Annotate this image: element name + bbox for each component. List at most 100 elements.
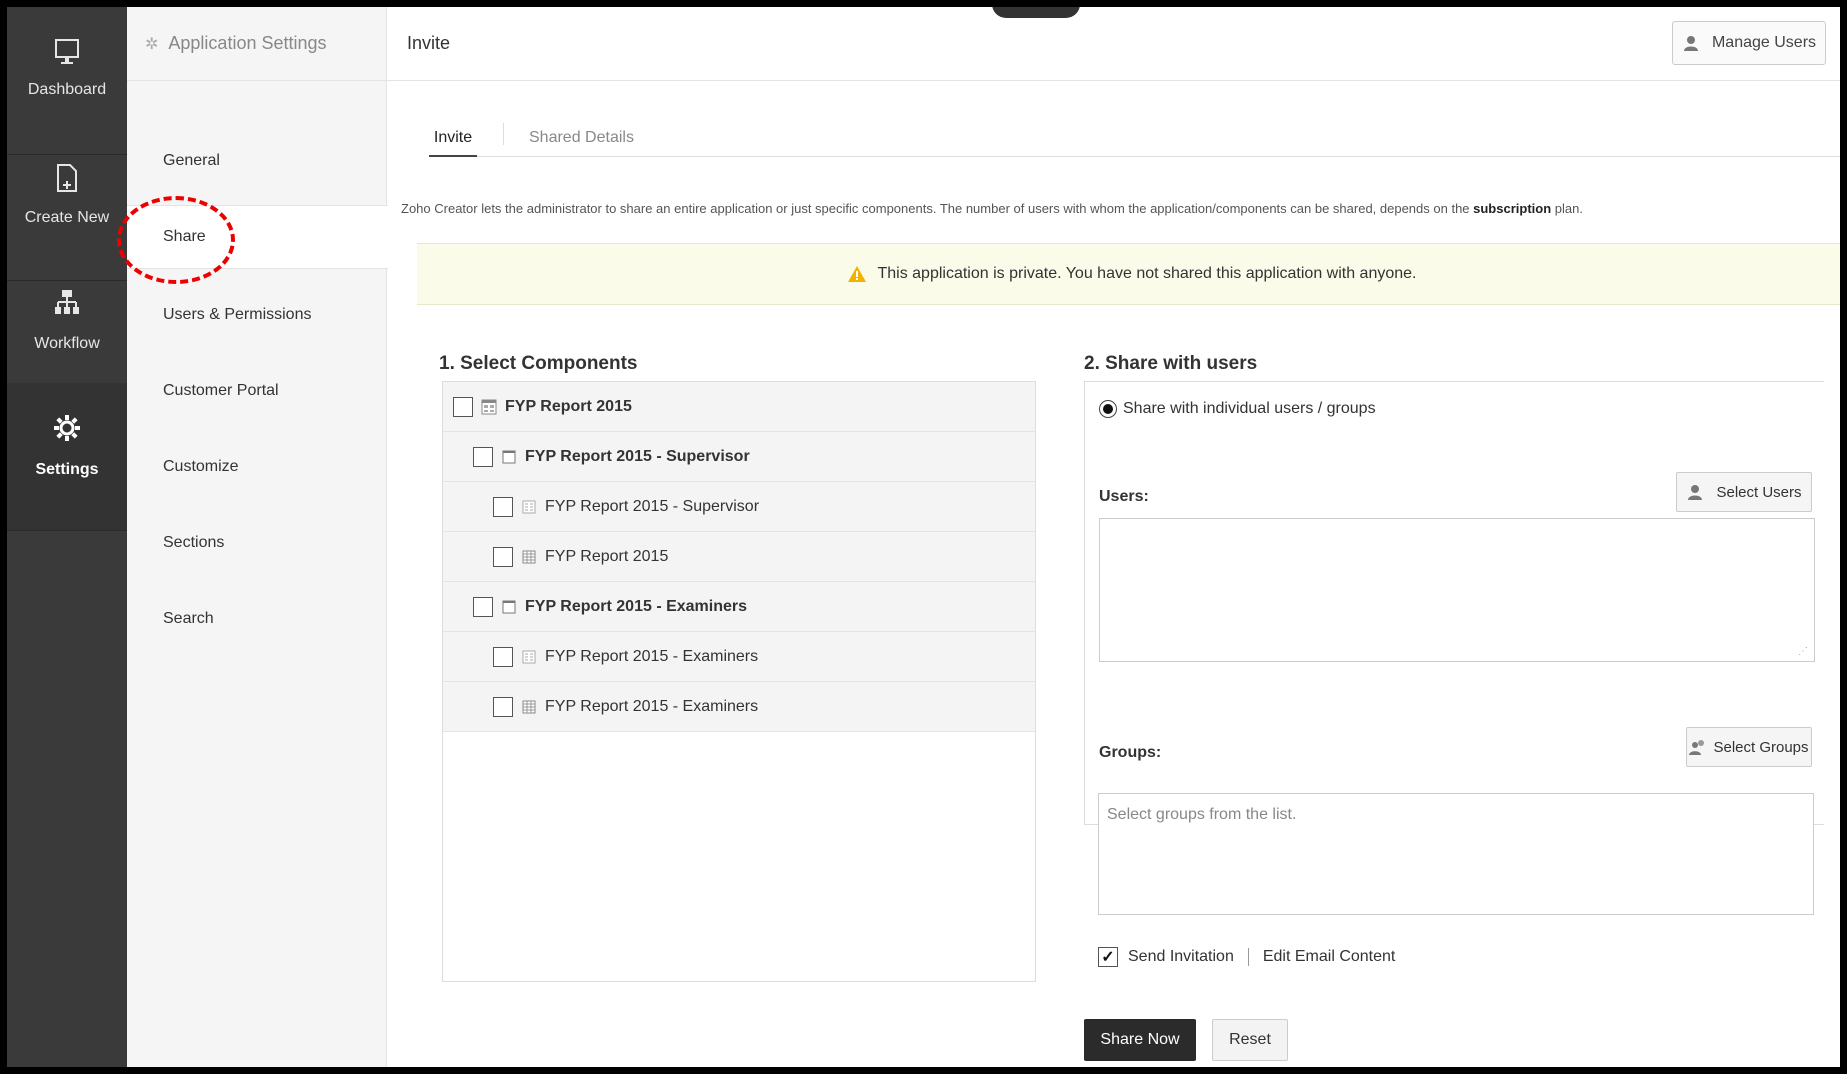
manage-users-label: Manage Users (1711, 34, 1817, 51)
user-icon (1683, 36, 1698, 51)
gear-icon (7, 413, 127, 449)
component-checkbox[interactable] (493, 646, 513, 667)
section-icon (502, 450, 516, 463)
component-checkbox[interactable] (493, 546, 513, 567)
component-row[interactable]: FYP Report 2015 - Examiners (443, 682, 1035, 732)
workflow-icon (7, 287, 127, 323)
user-icon (1688, 485, 1703, 500)
components-list: FYP Report 2015 FYP Report 2015 - Superv… (442, 381, 1036, 982)
users-label: Users: (1099, 488, 1149, 505)
component-checkbox[interactable] (493, 496, 513, 517)
side-menu-title: Application Settings (168, 33, 327, 53)
gear-icon: ✲ (145, 35, 159, 53)
nav-settings[interactable]: Settings (7, 383, 127, 531)
report-icon (522, 550, 536, 563)
form-icon (522, 650, 536, 663)
component-row[interactable]: FYP Report 2015 - Supervisor (443, 482, 1035, 532)
side-item-search[interactable]: Search (127, 587, 387, 651)
share-individual-label: Share with individual users / groups (1123, 400, 1376, 417)
component-row[interactable]: FYP Report 2015 - Examiners (443, 582, 1035, 632)
side-menu-header: ✲ Application Settings (127, 7, 387, 81)
select-users-label: Select Users (1716, 483, 1802, 501)
select-groups-label: Select Groups (1713, 738, 1809, 756)
side-item-sections[interactable]: Sections (127, 511, 387, 575)
warning-icon (848, 266, 867, 282)
application-icon (481, 399, 497, 414)
share-panel: Share with individual users / groups Use… (1084, 381, 1824, 825)
tab-invite[interactable]: Invite (429, 109, 477, 157)
tab-shared-details[interactable]: Shared Details (529, 109, 634, 157)
intro-text: Zoho Creator lets the administrator to s… (401, 201, 1840, 216)
groups-input[interactable]: Select groups from the list. (1098, 793, 1814, 915)
manage-users-button[interactable]: Manage Users (1672, 21, 1826, 65)
component-label: FYP Report 2015 (505, 397, 632, 415)
nav-settings-label: Settings (35, 461, 99, 478)
intro-text-start: Zoho Creator lets the administrator to s… (401, 201, 1474, 216)
component-row[interactable]: FYP Report 2015 - Supervisor (443, 432, 1035, 482)
divider (1247, 948, 1249, 966)
component-label: FYP Report 2015 - Examiners (545, 647, 759, 665)
top-bar: Invite Manage Users (387, 7, 1840, 81)
tab-divider (503, 123, 504, 145)
side-item-customer-portal[interactable]: Customer Portal (127, 359, 387, 423)
send-invitation-checkbox[interactable]: ✓ (1098, 947, 1118, 967)
side-item-general[interactable]: General (127, 129, 387, 193)
select-groups-button[interactable]: Select Groups (1686, 727, 1812, 767)
side-item-label: Customer Portal (163, 382, 279, 399)
edit-email-content-link[interactable]: Edit Email Content (1263, 948, 1396, 966)
private-notice-text: This application is private. You have no… (877, 265, 1417, 282)
main-content: Invite Shared Details Zoho Creator lets … (387, 81, 1840, 1067)
component-label: FYP Report 2015 - Supervisor (545, 497, 760, 515)
top-notch (992, 7, 1080, 18)
select-components-title: 1. Select Components (439, 353, 638, 374)
side-item-share[interactable]: Share (117, 196, 388, 284)
side-item-label: Customize (163, 458, 239, 475)
component-row[interactable]: FYP Report 2015 (443, 532, 1035, 582)
groups-placeholder: Select groups from the list. (1107, 806, 1297, 823)
share-with-users-title: 2. Share with users (1084, 353, 1258, 374)
nav-workflow-label: Workflow (34, 335, 100, 352)
app-window: Dashboard Create New Workflow Settings ✲… (4, 4, 1843, 1070)
groups-label: Groups: (1099, 744, 1162, 761)
share-now-button[interactable]: Share Now (1084, 1019, 1196, 1061)
main-nav-rail: Dashboard Create New Workflow Settings (7, 7, 127, 1067)
form-icon (522, 500, 536, 513)
select-users-button[interactable]: Select Users (1676, 472, 1812, 512)
nav-dashboard-label: Dashboard (27, 81, 107, 98)
component-label: FYP Report 2015 - Examiners (525, 597, 748, 615)
side-item-label: Share (163, 228, 206, 245)
share-individual-option[interactable]: Share with individual users / groups (1099, 400, 1376, 418)
component-row[interactable]: FYP Report 2015 (443, 382, 1035, 432)
group-icon (1689, 740, 1705, 755)
send-invitation-label: Send Invitation (1128, 948, 1234, 965)
component-label: FYP Report 2015 - Supervisor (525, 447, 750, 465)
tab-bar: Invite Shared Details (429, 109, 1840, 157)
page-title: Invite (407, 33, 451, 53)
component-checkbox[interactable] (453, 396, 473, 417)
component-checkbox[interactable] (493, 696, 513, 717)
monitor-icon (7, 37, 127, 73)
nav-create-new-label: Create New (24, 209, 110, 226)
side-item-users-permissions[interactable]: Users & Permissions (127, 283, 387, 347)
reset-button[interactable]: Reset (1212, 1019, 1288, 1061)
side-item-customize[interactable]: Customize (127, 435, 387, 499)
component-checkbox[interactable] (473, 596, 493, 617)
side-item-label: General (163, 152, 220, 169)
subscription-link[interactable]: subscription (1473, 201, 1551, 216)
component-row[interactable]: FYP Report 2015 - Examiners (443, 632, 1035, 682)
side-item-label: Search (163, 610, 214, 627)
users-input[interactable]: ⋰ (1099, 518, 1815, 662)
component-label: FYP Report 2015 - Examiners (545, 697, 759, 715)
send-invitation-row: ✓ Send Invitation Edit Email Content (1084, 947, 1395, 967)
report-icon (522, 700, 536, 713)
section-icon (502, 600, 516, 613)
side-item-label: Users & Permissions (163, 306, 312, 323)
settings-side-menu: ✲ Application Settings General Share Use… (117, 7, 388, 1067)
side-item-label: Sections (163, 534, 225, 551)
new-document-icon (7, 163, 127, 199)
resize-grip-icon[interactable]: ⋰ (1798, 646, 1808, 657)
component-checkbox[interactable] (473, 446, 493, 467)
share-individual-radio[interactable] (1099, 400, 1117, 418)
component-label: FYP Report 2015 (545, 547, 669, 565)
intro-text-end: plan. (1551, 201, 1583, 216)
